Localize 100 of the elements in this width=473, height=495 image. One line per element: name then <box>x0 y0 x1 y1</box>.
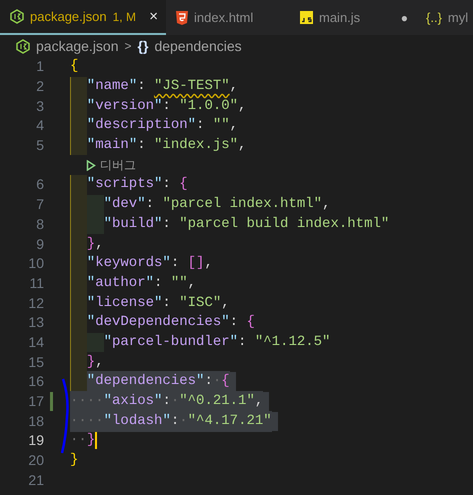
bracket: { <box>70 57 78 76</box>
line-number: 15 <box>28 352 45 372</box>
punctuation: , <box>95 352 104 372</box>
whitespace-marker: ···· <box>70 410 104 432</box>
punctuation: : <box>154 274 164 293</box>
punctuation: : <box>137 77 147 96</box>
punctuation: : <box>204 371 213 392</box>
json-key: "lodash" <box>104 410 171 432</box>
tab-label: main.js <box>319 8 360 27</box>
bracket: } <box>86 431 96 450</box>
tab-label: myl <box>448 8 468 27</box>
debug-codelens[interactable]: 디버그 <box>86 159 136 172</box>
tab-label: package.json <box>30 8 107 26</box>
punctuation: , <box>95 234 104 254</box>
json-key: "description" <box>86 115 196 136</box>
line-number: 16 <box>28 372 45 392</box>
unsaved-dot: ● <box>400 12 408 24</box>
json-key: "axios" <box>104 391 162 412</box>
json-string: "1.0.0" <box>179 96 238 116</box>
punctuation: , <box>238 96 246 116</box>
line-number: 21 <box>28 470 45 490</box>
json-key: "dependencies" <box>86 371 204 392</box>
line-number: 9 <box>36 234 45 254</box>
indent-guide <box>70 372 87 392</box>
line-number: 12 <box>28 294 45 313</box>
line-number: 10 <box>28 254 45 274</box>
whitespace-marker: ···· <box>70 391 104 412</box>
json-string: "JS-TEST" <box>154 77 230 96</box>
punctuation: : <box>146 195 156 214</box>
play-icon <box>86 160 96 171</box>
punctuation: , <box>204 254 213 274</box>
square-icon <box>300 11 313 24</box>
hexagon-icon <box>10 9 24 24</box>
punctuation: : <box>162 96 172 116</box>
line-number: 18 <box>28 412 45 431</box>
json-key: "license" <box>86 292 162 314</box>
line-number: 11 <box>29 274 45 293</box>
bracket: [] <box>188 254 204 274</box>
punctuation: : <box>196 116 206 136</box>
json-string: "parcel index.html" <box>162 195 322 214</box>
json-key: "scripts" <box>86 174 162 196</box>
bracket: { <box>246 313 255 332</box>
json-string: "ISC" <box>179 294 222 313</box>
text-cursor <box>95 432 98 450</box>
bracket: { <box>179 175 188 194</box>
line-number: 3 <box>36 96 45 116</box>
breadcrumb-item[interactable]: package.json <box>36 36 119 56</box>
punctuation: : <box>230 313 240 332</box>
json-key: "keywords" <box>86 253 171 274</box>
indent-guide <box>70 175 87 195</box>
hexagon-icon <box>16 38 30 54</box>
punctuation: : <box>162 294 172 313</box>
indent-guide <box>70 136 87 156</box>
breadcrumb-item[interactable]: dependencies <box>154 36 242 56</box>
json-string: "" <box>170 274 188 293</box>
line-number: 20 <box>28 451 45 470</box>
json-key: "name" <box>86 76 138 98</box>
close-icon[interactable]: × <box>149 9 158 24</box>
punctuation: , <box>322 195 330 214</box>
punctuation: : <box>238 332 248 352</box>
line-number: 7 <box>36 195 45 214</box>
object-symbol-icon: {} <box>138 36 148 56</box>
json-string: "index.js" <box>154 136 238 156</box>
json-string: "^4.17.21" <box>188 410 272 432</box>
tab-label: index.html <box>194 8 254 27</box>
whitespace-marker: · <box>179 410 188 432</box>
line-number: 19 <box>28 431 45 450</box>
line-number: 14 <box>28 332 45 352</box>
indent-guide <box>70 76 87 96</box>
json-string: "^1.12.5" <box>254 332 330 352</box>
json-string: "parcel build index.html" <box>179 214 390 234</box>
punctuation: , <box>230 116 238 136</box>
punctuation: , <box>188 274 196 293</box>
json-key: "build" <box>104 214 162 235</box>
json-key: "main" <box>86 135 138 156</box>
punctuation: : <box>137 136 147 156</box>
punctuation: : <box>170 254 180 274</box>
line-number: 13 <box>28 313 45 332</box>
line-number: 6 <box>36 175 45 194</box>
breadcrumb-separator: > <box>124 38 132 55</box>
braces-icon: {..} <box>426 8 442 28</box>
json-string: "" <box>212 116 230 136</box>
json-key: "parcel-bundler" <box>104 332 238 353</box>
editor-tab[interactable]: package.json 1, M × <box>0 0 166 35</box>
bracket: { <box>221 371 230 392</box>
bracket: } <box>86 234 96 254</box>
json-key: "author" <box>86 272 154 294</box>
bracket: } <box>70 451 78 470</box>
json-string: "^0.21.1" <box>179 391 255 412</box>
punctuation: : <box>162 214 172 234</box>
line-number: 4 <box>36 116 45 136</box>
json-key: "devDependencies" <box>86 312 230 334</box>
json-key: "dev" <box>104 194 146 216</box>
bracket: } <box>86 352 96 372</box>
line-number: 2 <box>36 77 45 96</box>
json-key: "version" <box>86 96 162 117</box>
punctuation: , <box>238 136 246 156</box>
status-label: 1, M <box>112 8 136 26</box>
line-number: 1 <box>36 57 45 76</box>
punctuation: : <box>162 175 172 194</box>
